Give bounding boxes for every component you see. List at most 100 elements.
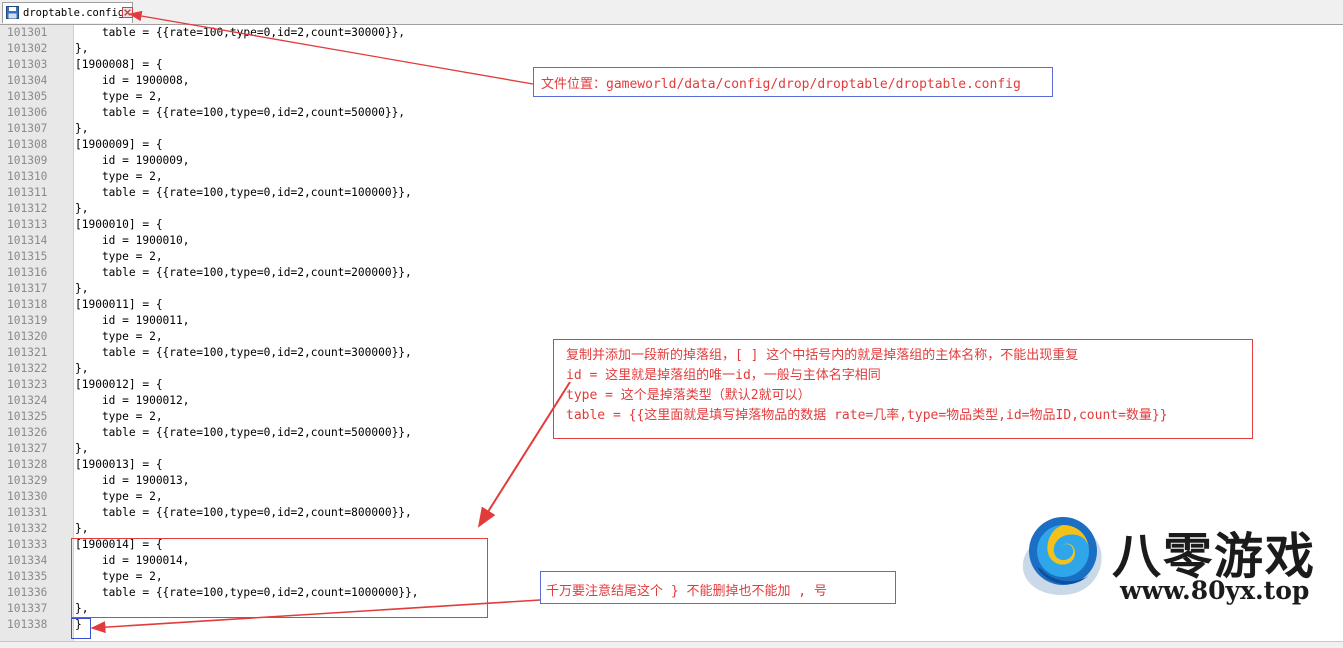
code-text[interactable]: [1900010] = { <box>75 218 163 231</box>
line-number: 101308 <box>7 138 48 151</box>
code-text[interactable]: table = {{rate=100,type=0,id=2,count=800… <box>75 506 412 519</box>
code-line[interactable]: 101302}, <box>0 41 1343 57</box>
swirl-logo-icon <box>1022 517 1102 595</box>
code-text[interactable]: }, <box>75 122 88 135</box>
line-number: 101331 <box>7 506 48 519</box>
line-number: 101316 <box>7 266 48 279</box>
code-text[interactable]: }, <box>75 202 88 215</box>
line-number: 101305 <box>7 90 48 103</box>
code-text[interactable]: }, <box>75 42 88 55</box>
code-line[interactable]: 101306 table = {{rate=100,type=0,id=2,co… <box>0 105 1343 121</box>
code-text[interactable]: table = {{rate=100,type=0,id=2,count=500… <box>75 106 405 119</box>
code-text[interactable]: [1900012] = { <box>75 378 163 391</box>
code-line[interactable]: 101301 table = {{rate=100,type=0,id=2,co… <box>0 25 1343 41</box>
line-number: 101317 <box>7 282 48 295</box>
line-number: 101326 <box>7 426 48 439</box>
instruction-line: type = 这个是掉落类型（默认2就可以） <box>566 388 811 403</box>
code-text[interactable]: table = {{rate=100,type=0,id=2,count=100… <box>75 186 412 199</box>
line-number: 101334 <box>7 554 48 567</box>
code-line[interactable]: 101310 type = 2, <box>0 169 1343 185</box>
code-line[interactable]: 101318 [1900011] = { <box>0 297 1343 313</box>
line-number: 101328 <box>7 458 48 471</box>
code-text[interactable]: type = 2, <box>75 410 163 423</box>
line-number: 101322 <box>7 362 48 375</box>
code-text[interactable]: id = 1900010, <box>75 234 190 247</box>
tab-droptable-config[interactable]: droptable.config <box>2 2 133 23</box>
line-number: 101321 <box>7 346 48 359</box>
code-text[interactable]: type = 2, <box>75 90 163 103</box>
code-text[interactable]: [1900008] = { <box>75 58 163 71</box>
file-location-note: 文件位置：gameworld/data/config/drop/droptabl… <box>533 67 1053 97</box>
line-number: 101333 <box>7 538 48 551</box>
line-number: 101306 <box>7 106 48 119</box>
line-number: 101319 <box>7 314 48 327</box>
line-number: 101325 <box>7 410 48 423</box>
code-text[interactable]: type = 2, <box>75 250 163 263</box>
close-icon[interactable] <box>122 7 133 18</box>
code-text[interactable]: type = 2, <box>75 490 163 503</box>
code-text[interactable]: [1900009] = { <box>75 138 163 151</box>
code-text[interactable]: id = 1900012, <box>75 394 190 407</box>
code-text[interactable]: }, <box>75 282 88 295</box>
line-number: 101309 <box>7 154 48 167</box>
code-text[interactable]: }, <box>75 442 88 455</box>
line-number: 101338 <box>7 618 48 631</box>
line-number: 101302 <box>7 42 48 55</box>
code-line[interactable]: 101316 table = {{rate=100,type=0,id=2,co… <box>0 265 1343 281</box>
instruction-note: 复制并添加一段新的掉落组，[ ] 这个中括号内的就是掉落组的主体名称，不能出现重… <box>553 339 1253 439</box>
code-line[interactable]: 101313 [1900010] = { <box>0 217 1343 233</box>
line-number: 101310 <box>7 170 48 183</box>
line-number: 101301 <box>7 26 48 39</box>
code-text[interactable]: id = 1900009, <box>75 154 190 167</box>
line-number: 101318 <box>7 298 48 311</box>
instruction-line: 复制并添加一段新的掉落组，[ ] 这个中括号内的就是掉落组的主体名称，不能出现重… <box>566 348 1079 363</box>
line-number: 101323 <box>7 378 48 391</box>
line-number: 101337 <box>7 602 48 615</box>
line-number: 101307 <box>7 122 48 135</box>
code-text[interactable]: }, <box>75 522 88 535</box>
line-number: 101330 <box>7 490 48 503</box>
code-text[interactable]: type = 2, <box>75 330 163 343</box>
code-text[interactable]: id = 1900013, <box>75 474 190 487</box>
code-text[interactable]: }, <box>75 362 88 375</box>
new-block-highlight <box>71 538 488 618</box>
line-number: 101315 <box>7 250 48 263</box>
code-text[interactable]: id = 1900011, <box>75 314 190 327</box>
code-line[interactable]: 101308 [1900009] = { <box>0 137 1343 153</box>
code-text[interactable]: [1900013] = { <box>75 458 163 471</box>
line-number: 101329 <box>7 474 48 487</box>
line-number: 101314 <box>7 234 48 247</box>
code-line[interactable]: 101319 id = 1900011, <box>0 313 1343 329</box>
code-line[interactable]: 101338} <box>0 617 1343 633</box>
code-line[interactable]: 101314 id = 1900010, <box>0 233 1343 249</box>
line-number: 101303 <box>7 58 48 71</box>
code-text[interactable]: table = {{rate=100,type=0,id=2,count=300… <box>75 346 412 359</box>
code-line[interactable]: 101330 type = 2, <box>0 489 1343 505</box>
code-line[interactable]: 101317}, <box>0 281 1343 297</box>
line-number: 101332 <box>7 522 48 535</box>
closing-brace-note: 千万要注意结尾这个 } 不能删掉也不能加 , 号 <box>540 571 896 604</box>
code-line[interactable]: 101312}, <box>0 201 1343 217</box>
code-text[interactable]: table = {{rate=100,type=0,id=2,count=200… <box>75 266 412 279</box>
code-text[interactable]: [1900011] = { <box>75 298 163 311</box>
code-line[interactable]: 101311 table = {{rate=100,type=0,id=2,co… <box>0 185 1343 201</box>
instruction-line: id = 这里就是掉落组的唯一id，一般与主体名字相同 <box>566 368 881 383</box>
code-line[interactable]: 101329 id = 1900013, <box>0 473 1343 489</box>
closing-brace-highlight <box>71 618 91 639</box>
save-icon <box>6 6 19 19</box>
code-line[interactable]: 101328 [1900013] = { <box>0 457 1343 473</box>
line-number: 101320 <box>7 330 48 343</box>
code-line[interactable]: 101315 type = 2, <box>0 249 1343 265</box>
code-line[interactable]: 101309 id = 1900009, <box>0 153 1343 169</box>
line-number: 101327 <box>7 442 48 455</box>
code-text[interactable]: table = {{rate=100,type=0,id=2,count=500… <box>75 426 412 439</box>
line-number: 101324 <box>7 394 48 407</box>
line-number: 101304 <box>7 74 48 87</box>
code-text[interactable]: type = 2, <box>75 170 163 183</box>
code-line[interactable]: 101327}, <box>0 441 1343 457</box>
code-text[interactable]: table = {{rate=100,type=0,id=2,count=300… <box>75 26 405 39</box>
code-line[interactable]: 101307}, <box>0 121 1343 137</box>
code-text[interactable]: id = 1900008, <box>75 74 190 87</box>
line-number: 101336 <box>7 586 48 599</box>
line-number: 101311 <box>7 186 48 199</box>
